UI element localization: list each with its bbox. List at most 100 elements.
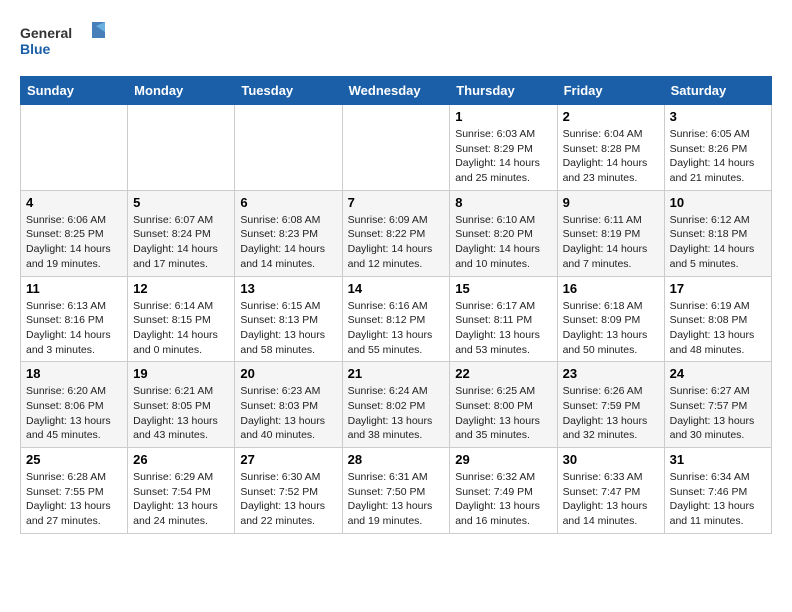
day-number: 4: [26, 195, 122, 210]
day-cell: 28 Sunrise: 6:31 AMSunset: 7:50 PMDayligh…: [342, 448, 450, 534]
week-row-4: 18 Sunrise: 6:20 AMSunset: 8:06 PMDayligh…: [21, 362, 772, 448]
day-cell: 18 Sunrise: 6:20 AMSunset: 8:06 PMDayligh…: [21, 362, 128, 448]
day-cell: 2 Sunrise: 6:04 AMSunset: 8:28 PMDaylight…: [557, 105, 664, 191]
day-info: Sunrise: 6:15 AMSunset: 8:13 PMDaylight:…: [240, 299, 336, 358]
day-number: 23: [563, 366, 659, 381]
day-info: Sunrise: 6:16 AMSunset: 8:12 PMDaylight:…: [348, 299, 445, 358]
day-info: Sunrise: 6:33 AMSunset: 7:47 PMDaylight:…: [563, 470, 659, 529]
day-cell: 11 Sunrise: 6:13 AMSunset: 8:16 PMDayligh…: [21, 276, 128, 362]
day-number: 22: [455, 366, 551, 381]
weekday-header-thursday: Thursday: [450, 77, 557, 105]
day-info: Sunrise: 6:14 AMSunset: 8:15 PMDaylight:…: [133, 299, 229, 358]
day-cell: 27 Sunrise: 6:30 AMSunset: 7:52 PMDayligh…: [235, 448, 342, 534]
day-number: 31: [670, 452, 766, 467]
weekday-header-friday: Friday: [557, 77, 664, 105]
day-cell: 9Sunrise: 6:11 AMSunset: 8:19 PMDaylight…: [557, 190, 664, 276]
day-number: 6: [240, 195, 336, 210]
day-cell: 22 Sunrise: 6:25 AMSunset: 8:00 PMDayligh…: [450, 362, 557, 448]
day-cell: 31 Sunrise: 6:34 AMSunset: 7:46 PMDayligh…: [664, 448, 771, 534]
day-cell: 3Sunrise: 6:05 AMSunset: 8:26 PMDaylight…: [664, 105, 771, 191]
day-number: 7: [348, 195, 445, 210]
day-info: Sunrise: 6:08 AMSunset: 8:23 PMDaylight:…: [240, 213, 336, 272]
day-info: Sunrise: 6:09 AMSunset: 8:22 PMDaylight:…: [348, 213, 445, 272]
day-info: Sunrise: 6:34 AMSunset: 7:46 PMDaylight:…: [670, 470, 766, 529]
day-cell: 29 Sunrise: 6:32 AMSunset: 7:49 PMDayligh…: [450, 448, 557, 534]
day-info: Sunrise: 6:25 AMSunset: 8:00 PMDaylight:…: [455, 384, 551, 443]
calendar-table: SundayMondayTuesdayWednesdayThursdayFrid…: [20, 76, 772, 534]
day-cell: [128, 105, 235, 191]
week-row-1: 1Sunrise: 6:03 AMSunset: 8:29 PMDaylight…: [21, 105, 772, 191]
day-cell: 17 Sunrise: 6:19 AMSunset: 8:08 PMDayligh…: [664, 276, 771, 362]
day-info: Sunrise: 6:29 AMSunset: 7:54 PMDaylight:…: [133, 470, 229, 529]
day-info: Sunrise: 6:07 AMSunset: 8:24 PMDaylight:…: [133, 213, 229, 272]
day-number: 16: [563, 281, 659, 296]
day-info: Sunrise: 6:13 AMSunset: 8:16 PMDaylight:…: [26, 299, 122, 358]
day-cell: 20 Sunrise: 6:23 AMSunset: 8:03 PMDayligh…: [235, 362, 342, 448]
day-cell: 13 Sunrise: 6:15 AMSunset: 8:13 PMDayligh…: [235, 276, 342, 362]
day-cell: 24 Sunrise: 6:27 AMSunset: 7:57 PMDayligh…: [664, 362, 771, 448]
day-cell: 7 Sunrise: 6:09 AMSunset: 8:22 PMDaylight…: [342, 190, 450, 276]
day-cell: [21, 105, 128, 191]
day-info: Sunrise: 6:06 AMSunset: 8:25 PMDaylight:…: [26, 213, 122, 272]
day-cell: 4 Sunrise: 6:06 AMSunset: 8:25 PMDaylight…: [21, 190, 128, 276]
day-number: 17: [670, 281, 766, 296]
day-info: Sunrise: 6:28 AMSunset: 7:55 PMDaylight:…: [26, 470, 122, 529]
day-cell: 15Sunrise: 6:17 AMSunset: 8:11 PMDayligh…: [450, 276, 557, 362]
day-number: 3: [670, 109, 766, 124]
day-cell: 14Sunrise: 6:16 AMSunset: 8:12 PMDayligh…: [342, 276, 450, 362]
day-cell: 12 Sunrise: 6:14 AMSunset: 8:15 PMDayligh…: [128, 276, 235, 362]
day-cell: 8 Sunrise: 6:10 AMSunset: 8:20 PMDaylight…: [450, 190, 557, 276]
day-info: Sunrise: 6:19 AMSunset: 8:08 PMDaylight:…: [670, 299, 766, 358]
day-number: 27: [240, 452, 336, 467]
weekday-header-row: SundayMondayTuesdayWednesdayThursdayFrid…: [21, 77, 772, 105]
day-info: Sunrise: 6:27 AMSunset: 7:57 PMDaylight:…: [670, 384, 766, 443]
day-info: Sunrise: 6:21 AMSunset: 8:05 PMDaylight:…: [133, 384, 229, 443]
day-number: 20: [240, 366, 336, 381]
day-number: 8: [455, 195, 551, 210]
day-number: 12: [133, 281, 229, 296]
day-number: 11: [26, 281, 122, 296]
day-info: Sunrise: 6:31 AMSunset: 7:50 PMDaylight:…: [348, 470, 445, 529]
day-number: 30: [563, 452, 659, 467]
weekday-header-sunday: Sunday: [21, 77, 128, 105]
day-info: Sunrise: 6:32 AMSunset: 7:49 PMDaylight:…: [455, 470, 551, 529]
day-number: 18: [26, 366, 122, 381]
day-cell: 16Sunrise: 6:18 AMSunset: 8:09 PMDayligh…: [557, 276, 664, 362]
day-info: Sunrise: 6:26 AMSunset: 7:59 PMDaylight:…: [563, 384, 659, 443]
day-info: Sunrise: 6:12 AMSunset: 8:18 PMDaylight:…: [670, 213, 766, 272]
weekday-header-monday: Monday: [128, 77, 235, 105]
day-number: 15: [455, 281, 551, 296]
day-cell: [235, 105, 342, 191]
day-info: Sunrise: 6:10 AMSunset: 8:20 PMDaylight:…: [455, 213, 551, 272]
svg-text:Blue: Blue: [20, 41, 51, 57]
day-info: Sunrise: 6:20 AMSunset: 8:06 PMDaylight:…: [26, 384, 122, 443]
day-cell: 26 Sunrise: 6:29 AMSunset: 7:54 PMDayligh…: [128, 448, 235, 534]
day-info: Sunrise: 6:30 AMSunset: 7:52 PMDaylight:…: [240, 470, 336, 529]
day-cell: 10Sunrise: 6:12 AMSunset: 8:18 PMDayligh…: [664, 190, 771, 276]
day-info: Sunrise: 6:11 AMSunset: 8:19 PMDaylight:…: [563, 213, 659, 272]
week-row-3: 11 Sunrise: 6:13 AMSunset: 8:16 PMDayligh…: [21, 276, 772, 362]
day-number: 2: [563, 109, 659, 124]
weekday-header-wednesday: Wednesday: [342, 77, 450, 105]
day-number: 26: [133, 452, 229, 467]
svg-text:General: General: [20, 25, 72, 41]
day-number: 13: [240, 281, 336, 296]
day-info: Sunrise: 6:24 AMSunset: 8:02 PMDaylight:…: [348, 384, 445, 443]
generalblue-logo-icon: General Blue: [20, 20, 110, 60]
day-number: 24: [670, 366, 766, 381]
day-cell: 30 Sunrise: 6:33 AMSunset: 7:47 PMDayligh…: [557, 448, 664, 534]
day-number: 29: [455, 452, 551, 467]
week-row-2: 4 Sunrise: 6:06 AMSunset: 8:25 PMDaylight…: [21, 190, 772, 276]
day-number: 19: [133, 366, 229, 381]
week-row-5: 25 Sunrise: 6:28 AMSunset: 7:55 PMDayligh…: [21, 448, 772, 534]
weekday-header-saturday: Saturday: [664, 77, 771, 105]
day-cell: [342, 105, 450, 191]
day-number: 25: [26, 452, 122, 467]
day-info: Sunrise: 6:04 AMSunset: 8:28 PMDaylight:…: [563, 127, 659, 186]
day-number: 5: [133, 195, 229, 210]
day-info: Sunrise: 6:23 AMSunset: 8:03 PMDaylight:…: [240, 384, 336, 443]
day-cell: 5 Sunrise: 6:07 AMSunset: 8:24 PMDaylight…: [128, 190, 235, 276]
day-number: 28: [348, 452, 445, 467]
day-info: Sunrise: 6:03 AMSunset: 8:29 PMDaylight:…: [455, 127, 551, 186]
day-cell: 25 Sunrise: 6:28 AMSunset: 7:55 PMDayligh…: [21, 448, 128, 534]
